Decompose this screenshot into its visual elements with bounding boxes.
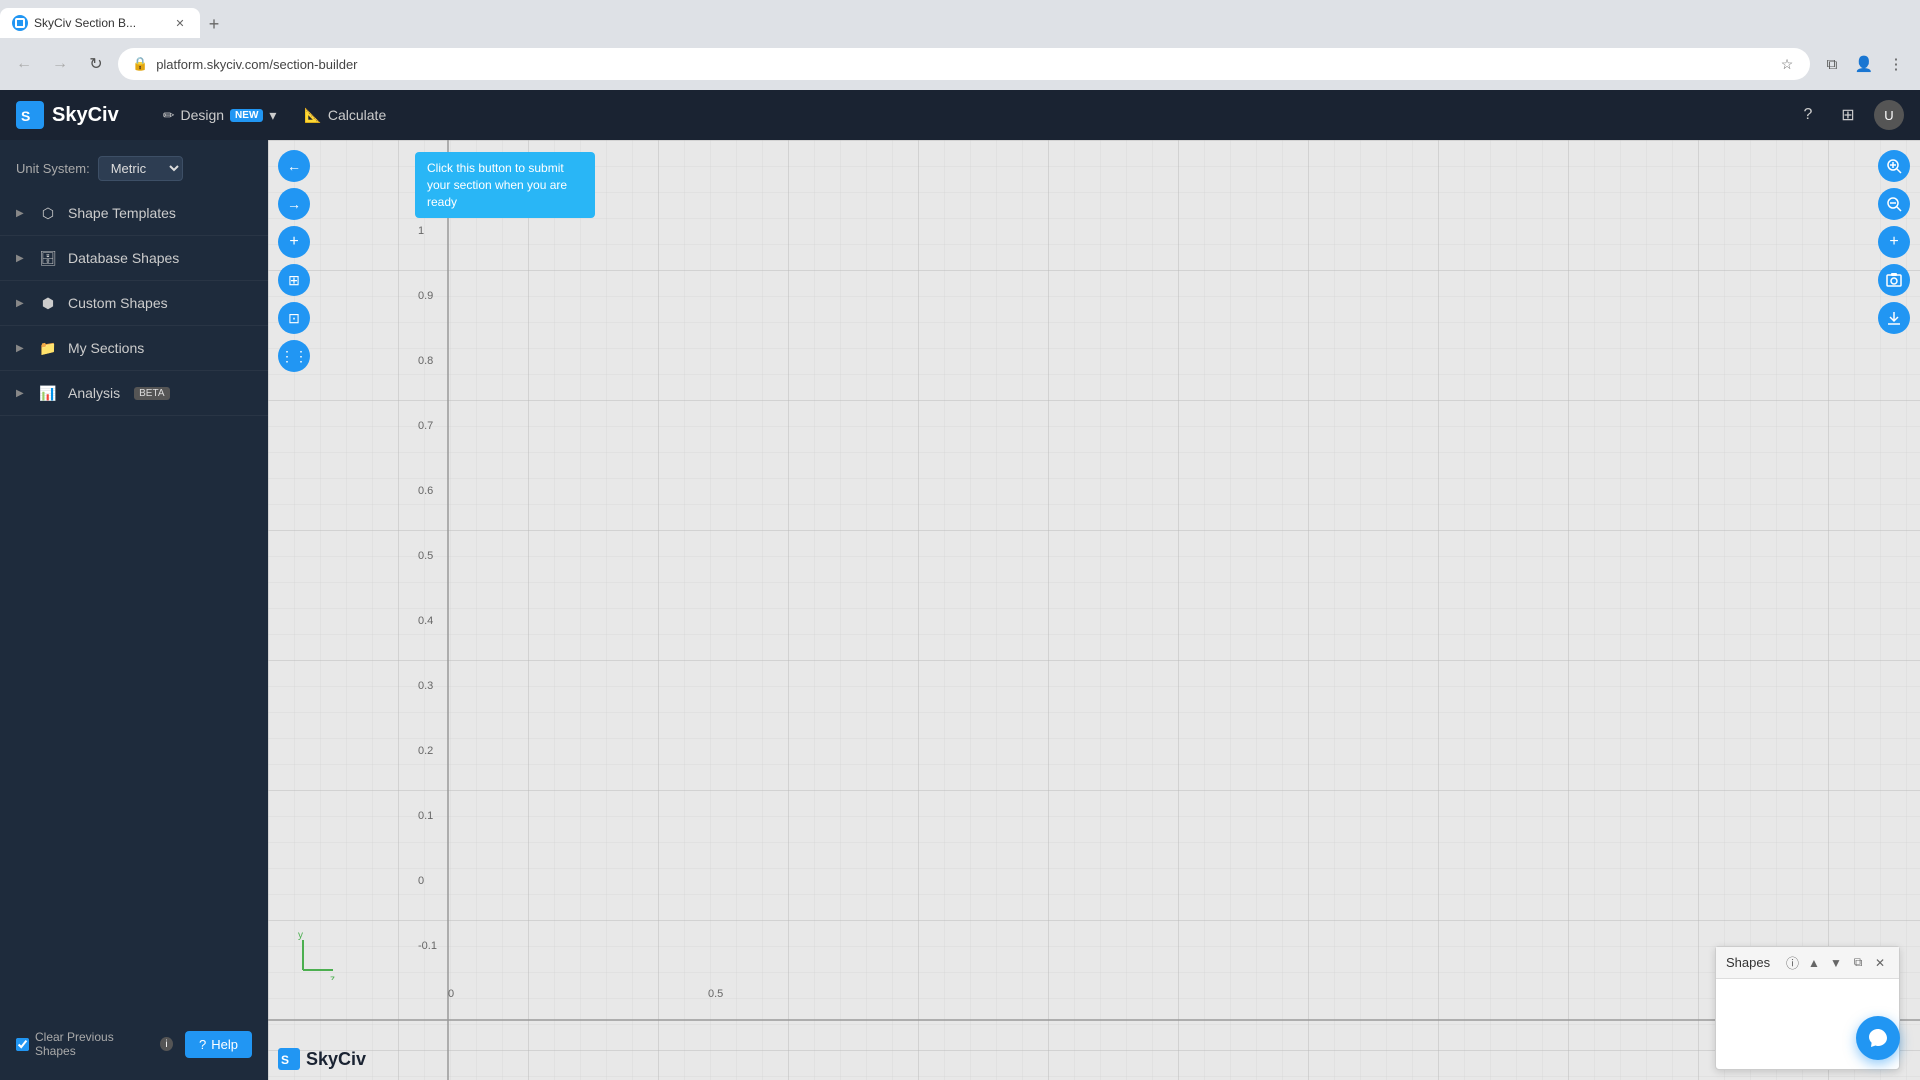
nav-design[interactable]: ✏ Design NEW ▾: [151, 101, 289, 130]
design-icon: ✏: [163, 107, 175, 124]
right-toolbar: +: [1878, 150, 1910, 334]
svg-text:y: y: [298, 930, 303, 941]
left-toolbar: ← → + ⊞ ⊡ ⋮⋮: [278, 150, 310, 372]
lock-icon: 🔒: [132, 56, 148, 72]
help-icon-btn: ?: [199, 1037, 206, 1052]
chevron-right-icon-3: ▶: [16, 298, 28, 309]
help-button[interactable]: ? Help: [185, 1031, 252, 1058]
svg-text:S: S: [281, 1053, 289, 1067]
sidebar-bottom: Clear Previous Shapes i ? Help: [0, 1018, 268, 1070]
submit-tooltip: Click this button to submit your section…: [415, 152, 595, 218]
chevron-down-icon: ▾: [269, 107, 276, 124]
new-tab-button[interactable]: +: [200, 10, 228, 38]
axis-indicator: y z: [288, 930, 338, 985]
custom-shapes-icon: ⬢: [38, 293, 58, 313]
snap-button[interactable]: ⋮⋮: [278, 340, 310, 372]
sidebar-item-my-sections[interactable]: ▶ 📁 My Sections: [0, 326, 268, 371]
sidebar-item-shape-templates[interactable]: ▶ ⬡ Shape Templates: [0, 191, 268, 236]
analysis-label: Analysis: [68, 385, 120, 401]
shapes-panel-title: Shapes: [1726, 955, 1780, 970]
extensions-icon[interactable]: ⧉: [1818, 50, 1846, 78]
chevron-right-icon-5: ▶: [16, 388, 28, 399]
svg-text:z: z: [330, 974, 335, 980]
sidebar-items: ▶ ⬡ Shape Templates ▶ 🗄 Database Shapes …: [0, 191, 268, 1018]
apps-icon[interactable]: ⊞: [1834, 101, 1862, 129]
svg-text:S: S: [21, 108, 30, 124]
user-avatar[interactable]: U: [1874, 100, 1904, 130]
shapes-close-icon[interactable]: ✕: [1871, 954, 1889, 972]
nav-design-label: Design: [180, 107, 224, 123]
shape-templates-icon: ⬡: [38, 203, 58, 223]
forward-button[interactable]: →: [46, 50, 74, 78]
grid-button[interactable]: ⊞: [278, 264, 310, 296]
download-button[interactable]: [1878, 302, 1910, 334]
url-text: platform.skyciv.com/section-builder: [156, 57, 1770, 72]
sidebar-item-custom-shapes[interactable]: ▶ ⬢ Custom Shapes: [0, 281, 268, 326]
my-sections-icon: 📁: [38, 338, 58, 358]
profile-icon[interactable]: 👤: [1850, 50, 1878, 78]
tab-title: SkyCiv Section B...: [34, 16, 166, 30]
cursor-button[interactable]: ⊡: [278, 302, 310, 334]
clear-previous-label: Clear Previous Shapes: [35, 1030, 148, 1058]
new-badge: NEW: [230, 109, 263, 122]
unit-system-select[interactable]: Metric Imperial: [98, 156, 183, 181]
clear-previous-shapes-checkbox[interactable]: Clear Previous Shapes: [16, 1030, 148, 1058]
beta-badge: BETA: [134, 387, 169, 400]
canvas-area: 1.1 1 0.9 0.8 0.7 0.6 0.5 0.4 0.3 0.2 0.…: [268, 140, 1920, 1080]
logo[interactable]: S SkyCiv: [16, 101, 119, 129]
fit-view-button[interactable]: +: [1878, 226, 1910, 258]
zoom-in-button[interactable]: [1878, 150, 1910, 182]
help-label: Help: [211, 1037, 238, 1052]
sidebar-item-analysis[interactable]: ▶ 📊 Analysis BETA: [0, 371, 268, 416]
corner-brand-text: SkyCiv: [306, 1049, 366, 1070]
database-shapes-label: Database Shapes: [68, 250, 179, 266]
pan-right-button[interactable]: →: [278, 188, 310, 220]
unit-system-label: Unit System:: [16, 161, 90, 176]
shapes-down-icon[interactable]: ▼: [1827, 954, 1845, 972]
calculate-icon: 📐: [304, 107, 321, 124]
menu-icon[interactable]: ⋮: [1882, 50, 1910, 78]
custom-shapes-label: Custom Shapes: [68, 295, 168, 311]
logo-icon: S: [16, 101, 44, 129]
bookmark-icon[interactable]: ☆: [1778, 55, 1796, 73]
corner-brand: S SkyCiv: [278, 1048, 366, 1070]
nav-calculate-label: Calculate: [328, 107, 386, 123]
corner-brand-icon: S: [278, 1048, 300, 1070]
chat-bubble[interactable]: [1856, 1016, 1900, 1060]
pan-left-button[interactable]: ←: [278, 150, 310, 182]
shape-templates-label: Shape Templates: [68, 205, 176, 221]
reload-button[interactable]: ↻: [82, 50, 110, 78]
help-icon[interactable]: ?: [1794, 101, 1822, 129]
zoom-out-button[interactable]: [1878, 188, 1910, 220]
analysis-icon: 📊: [38, 383, 58, 403]
shapes-up-icon[interactable]: ▲: [1805, 954, 1823, 972]
chevron-right-icon-4: ▶: [16, 343, 28, 354]
browser-tab[interactable]: SkyCiv Section B... ✕: [0, 8, 200, 38]
my-sections-label: My Sections: [68, 340, 144, 356]
chevron-right-icon-2: ▶: [16, 253, 28, 264]
sidebar-item-database-shapes[interactable]: ▶ 🗄 Database Shapes: [0, 236, 268, 281]
shapes-info-icon[interactable]: ⓘ: [1786, 953, 1799, 972]
tab-favicon: [12, 15, 28, 31]
add-shape-button[interactable]: +: [278, 226, 310, 258]
tab-close-icon[interactable]: ✕: [172, 15, 188, 31]
screenshot-button[interactable]: [1878, 264, 1910, 296]
sidebar: Unit System: Metric Imperial ▶ ⬡ Shape T…: [0, 140, 268, 1080]
database-shapes-icon: 🗄: [38, 248, 58, 268]
chevron-right-icon: ▶: [16, 208, 28, 219]
address-bar[interactable]: 🔒 platform.skyciv.com/section-builder ☆: [118, 48, 1810, 80]
clear-info-icon[interactable]: i: [160, 1037, 173, 1051]
back-button[interactable]: ←: [10, 50, 38, 78]
shapes-copy-icon[interactable]: ⧉: [1849, 954, 1867, 972]
nav-calculate[interactable]: 📐 Calculate: [292, 101, 398, 130]
